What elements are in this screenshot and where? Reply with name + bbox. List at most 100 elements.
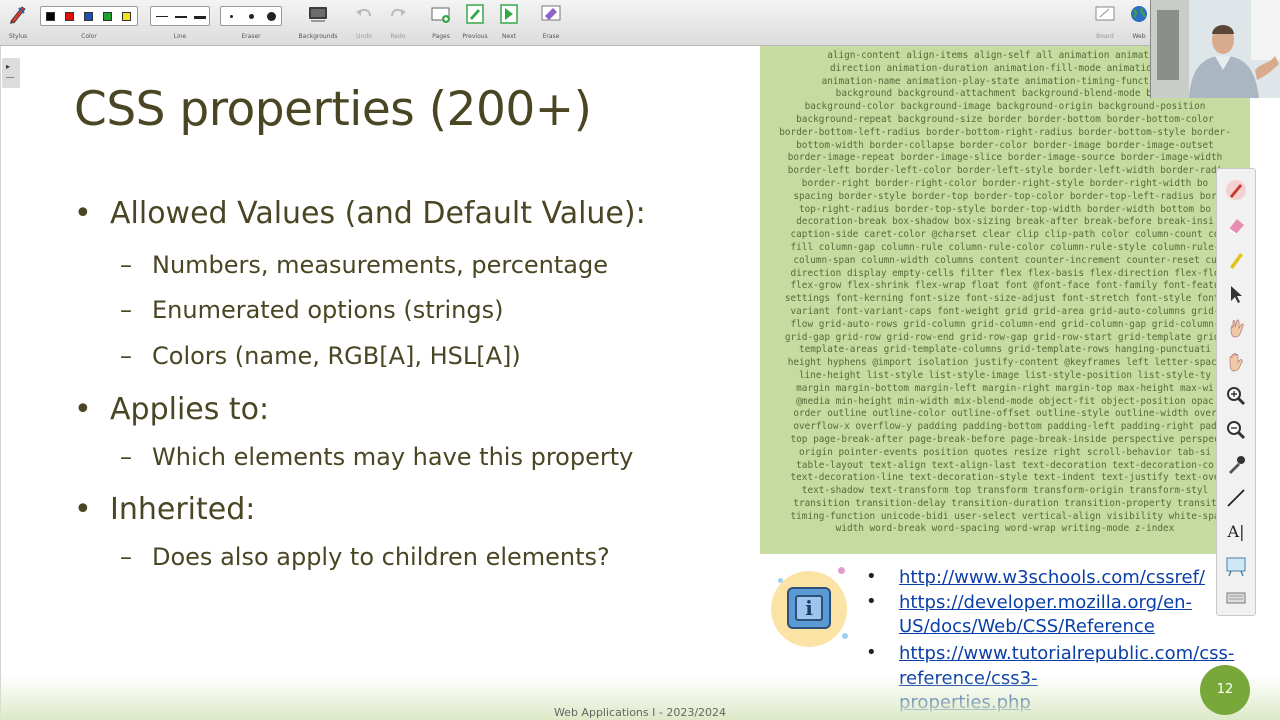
color-swatch-blue[interactable] bbox=[84, 12, 93, 21]
eraser-label: Eraser bbox=[241, 33, 261, 40]
color-swatch-black[interactable] bbox=[46, 12, 55, 21]
next-label: Next bbox=[502, 33, 516, 40]
pages-icon bbox=[431, 7, 450, 23]
pages-label: Pages bbox=[432, 33, 450, 40]
css-property-line: border-bottom-left-radius border-bottom-… bbox=[779, 126, 1231, 138]
next-tool[interactable]: Next bbox=[496, 0, 522, 46]
erase-tool[interactable]: Erase bbox=[536, 0, 566, 46]
css-property-line: grid-gap grid-row grid-row-end grid-row-… bbox=[784, 331, 1226, 343]
line-medium[interactable] bbox=[175, 16, 187, 18]
backgrounds-tool[interactable]: Backgrounds bbox=[296, 0, 340, 46]
grab-icon[interactable] bbox=[1225, 351, 1247, 373]
sub-bullet-text: Colors (name, RGB[A], HSL[A]) bbox=[152, 342, 521, 370]
undo-tool[interactable]: Undo bbox=[350, 0, 378, 46]
color-swatches bbox=[40, 6, 138, 26]
board-tool[interactable]: Board bbox=[1092, 0, 1118, 46]
css-property-line: flow grid-auto-rows grid-column grid-col… bbox=[790, 318, 1220, 330]
highlighter-icon[interactable] bbox=[1225, 249, 1247, 271]
pen-icon[interactable] bbox=[1225, 179, 1247, 201]
eraser-icon[interactable] bbox=[1225, 215, 1247, 237]
erase-label: Erase bbox=[542, 33, 560, 40]
eraser-medium[interactable] bbox=[249, 14, 254, 19]
zoom-out-icon[interactable] bbox=[1225, 419, 1247, 441]
line-thin[interactable] bbox=[156, 16, 168, 17]
redo-tool[interactable]: Redo bbox=[384, 0, 412, 46]
sparkle-dot bbox=[842, 633, 848, 639]
color-swatch-green[interactable] bbox=[103, 12, 112, 21]
link-mdn-line2[interactable]: US/docs/Web/CSS/Reference bbox=[899, 615, 1155, 639]
web-tool[interactable]: Web bbox=[1126, 0, 1152, 46]
backgrounds-icon bbox=[309, 7, 327, 22]
color-swatch-yellow[interactable] bbox=[122, 12, 131, 21]
line-group: Line bbox=[150, 0, 210, 46]
css-property-line: margin margin-bottom margin-left margin-… bbox=[796, 382, 1214, 394]
keyboard-icon[interactable] bbox=[1225, 587, 1247, 609]
link-tutorialrepublic-line1[interactable]: https://www.tutorialrepublic.com/css- bbox=[899, 642, 1234, 666]
previous-tool[interactable]: Previous bbox=[460, 0, 490, 46]
eraser-large[interactable] bbox=[267, 12, 276, 21]
redo-icon bbox=[391, 8, 406, 17]
color-group: Color bbox=[40, 0, 138, 46]
undo-icon bbox=[356, 8, 371, 17]
css-property-list-image: align-content align-items align-self all… bbox=[760, 46, 1250, 554]
sparkle-dot bbox=[778, 578, 783, 583]
css-property-line: top-right-radius border-top-style border… bbox=[798, 203, 1212, 215]
css-property-line: text-decoration-line text-decoration-sty… bbox=[790, 472, 1220, 484]
css-property-line: width word-break word-spacing word-wrap … bbox=[835, 523, 1175, 535]
eraser-small[interactable] bbox=[230, 15, 233, 18]
annotation-toolbar: Stylus Color Line Eraser Backgrounds Und… bbox=[0, 0, 1280, 46]
globe-icon bbox=[1131, 6, 1147, 22]
css-property-line: template-areas grid-template-columns gri… bbox=[798, 344, 1212, 356]
pages-tool[interactable]: Pages bbox=[428, 0, 454, 46]
stylus-label: Stylus bbox=[8, 33, 28, 40]
color-label: Color bbox=[81, 33, 97, 40]
bullet-marker: • bbox=[74, 196, 92, 231]
sub-bullet-text: Numbers, measurements, percentage bbox=[152, 251, 608, 279]
previous-page-icon bbox=[466, 4, 484, 24]
slide-border bbox=[0, 46, 1, 720]
bullet-marker: • bbox=[866, 566, 877, 587]
bullet-marker: • bbox=[866, 642, 877, 663]
css-property-line: column-span column-width columns content… bbox=[793, 254, 1217, 266]
line-label: Line bbox=[173, 33, 187, 40]
whiteboard-icon[interactable] bbox=[1225, 555, 1247, 577]
footer-course: Web Applications I - 2023/2024 bbox=[553, 706, 727, 719]
css-property-line: spacing border-style border-top border-t… bbox=[793, 190, 1217, 202]
info-glyph: i bbox=[795, 595, 823, 621]
bullet-marker: • bbox=[866, 591, 877, 612]
color-swatch-red[interactable] bbox=[65, 12, 74, 21]
css-property-line: decoration-break box-shadow box-sizing b… bbox=[796, 216, 1214, 228]
bullet-text: Allowed Values (and Default Value): bbox=[110, 196, 646, 231]
thumbnail-panel-toggle[interactable]: ▸ bbox=[2, 58, 20, 88]
sub-bullet-marker: – bbox=[120, 251, 132, 279]
sub-bullet-text: Does also apply to children elements? bbox=[152, 543, 610, 571]
line-thick[interactable] bbox=[194, 16, 206, 19]
eraser-sizes bbox=[220, 6, 282, 26]
stylus-tool[interactable]: Stylus bbox=[4, 0, 32, 46]
bullet-marker: • bbox=[74, 392, 92, 427]
sub-bullet-marker: – bbox=[120, 543, 132, 571]
css-property-line: @media min-height min-width mix-blend-mo… bbox=[796, 395, 1214, 407]
css-property-line: flex-grow flex-shrink flex-wrap float fo… bbox=[790, 280, 1220, 292]
sub-bullet-marker: – bbox=[120, 443, 132, 471]
css-property-line: origin pointer-events position quotes re… bbox=[798, 446, 1212, 458]
css-property-line: height hyphens @import isolation justify… bbox=[787, 357, 1223, 369]
sub-bullet-marker: – bbox=[120, 296, 132, 324]
hand-icon[interactable] bbox=[1225, 317, 1247, 339]
pointer-icon[interactable] bbox=[1225, 283, 1247, 305]
css-property-line: fill column-gap column-rule column-rule-… bbox=[790, 241, 1220, 253]
text-icon[interactable]: A| bbox=[1225, 521, 1247, 543]
chevron-right-icon: ▸ bbox=[6, 62, 11, 71]
board-icon bbox=[1095, 6, 1115, 21]
link-w3schools[interactable]: http://www.w3schools.com/cssref/ bbox=[899, 566, 1205, 590]
sub-bullet-marker: – bbox=[120, 342, 132, 370]
css-property-line: variant font-variant-caps font-weight gr… bbox=[790, 305, 1220, 317]
css-property-line: timing-function unicode-bidi user-select… bbox=[790, 510, 1220, 522]
redo-label: Redo bbox=[390, 33, 406, 40]
color-picker-icon[interactable] bbox=[1225, 453, 1247, 475]
zoom-in-icon[interactable] bbox=[1225, 385, 1247, 407]
line-icon[interactable] bbox=[1225, 487, 1247, 509]
link-mdn-line1[interactable]: https://developer.mozilla.org/en- bbox=[899, 591, 1192, 615]
slide-title: CSS properties (200+) bbox=[74, 82, 592, 137]
css-property-line: transition transition-delay transition-d… bbox=[793, 497, 1217, 509]
